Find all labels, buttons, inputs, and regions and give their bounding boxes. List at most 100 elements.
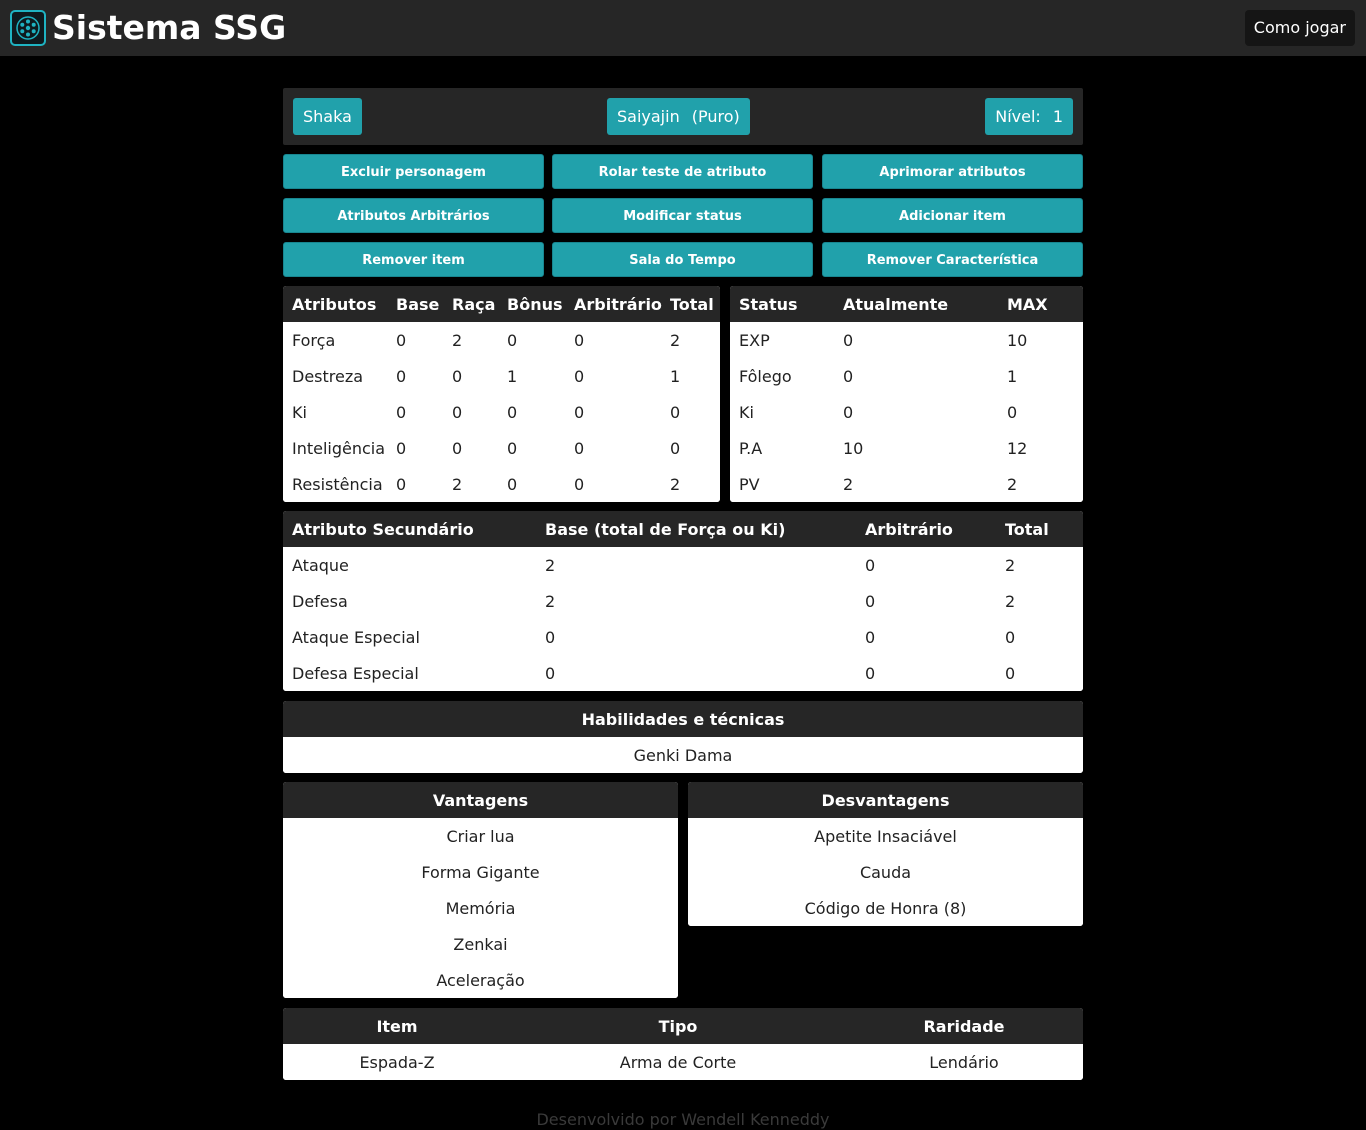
character-bar: Shaka Saiyajin (Puro) Nível: 1 bbox=[283, 88, 1083, 145]
table-cell: 0 bbox=[565, 322, 661, 358]
list-item: Forma Gigante bbox=[283, 854, 678, 890]
attribute-name: Inteligência bbox=[283, 430, 387, 466]
column-header: Arbitrário bbox=[565, 286, 662, 322]
secondary-name: Ataque Especial bbox=[283, 619, 536, 655]
status-name: PV bbox=[730, 466, 834, 502]
column-header: Atributo Secundário bbox=[283, 511, 536, 547]
column-header: Base bbox=[387, 286, 443, 322]
table-row: Ataque Especial 0 0 0 bbox=[283, 619, 1083, 655]
table-cell: 0 bbox=[498, 322, 565, 358]
secondary-name: Defesa Especial bbox=[283, 655, 536, 691]
table-row: Ki 0 0 bbox=[730, 394, 1083, 430]
disadvantages-header: Desvantagens bbox=[688, 782, 1083, 818]
table-cell: 2 bbox=[443, 322, 498, 358]
attribute-name: Destreza bbox=[283, 358, 387, 394]
items-header-row: Item Tipo Raridade bbox=[283, 1008, 1083, 1044]
table-cell: 0 bbox=[498, 394, 565, 430]
status-name: P.A bbox=[730, 430, 834, 466]
list-item: Genki Dama bbox=[283, 737, 1083, 773]
table-row: PV 2 2 bbox=[730, 466, 1083, 502]
table-row: Ataque 2 0 2 bbox=[283, 547, 1083, 583]
remove-item-button[interactable]: Remover item bbox=[283, 242, 544, 277]
column-header: Total bbox=[996, 511, 1083, 547]
table-cell: 0 bbox=[536, 619, 856, 655]
attributes-table: Atributos Base Raça Bônus Arbitrário Tot… bbox=[283, 286, 720, 502]
table-cell: 2 bbox=[443, 466, 498, 502]
delete-character-button[interactable]: Excluir personagem bbox=[283, 154, 544, 189]
time-chamber-button[interactable]: Sala do Tempo bbox=[552, 242, 813, 277]
wheel-icon bbox=[10, 10, 46, 46]
table-cell: 2 bbox=[536, 547, 856, 583]
table-row: Defesa Especial 0 0 0 bbox=[283, 655, 1083, 691]
race-label: Saiyajin bbox=[617, 107, 680, 126]
column-header: Raridade bbox=[845, 1008, 1083, 1044]
table-row: Espada-Z Arma de Corte Lendário bbox=[283, 1044, 1083, 1080]
table-cell: 0 bbox=[834, 322, 998, 358]
column-header: Total bbox=[661, 286, 720, 322]
table-cell: 0 bbox=[856, 655, 996, 691]
column-header: Arbitrário bbox=[856, 511, 996, 547]
table-cell: 0 bbox=[834, 394, 998, 430]
table-cell: 2 bbox=[996, 583, 1083, 619]
table-cell: 0 bbox=[443, 394, 498, 430]
advantage-item: Aceleração bbox=[283, 962, 678, 998]
table-cell: 0 bbox=[996, 619, 1083, 655]
table-cell: 0 bbox=[387, 466, 443, 502]
table-cell: 0 bbox=[856, 547, 996, 583]
brand[interactable]: Sistema SSG bbox=[10, 10, 286, 46]
table-row: Defesa 2 0 2 bbox=[283, 583, 1083, 619]
table-cell: 2 bbox=[998, 466, 1083, 502]
table-cell: 10 bbox=[998, 322, 1083, 358]
modify-status-button[interactable]: Modificar status bbox=[552, 198, 813, 233]
table-cell: 12 bbox=[998, 430, 1083, 466]
disadvantage-item: Código de Honra (8) bbox=[688, 890, 1083, 926]
character-level[interactable]: Nível: 1 bbox=[985, 98, 1073, 135]
attribute-name: Ki bbox=[283, 394, 387, 430]
table-cell: 2 bbox=[536, 583, 856, 619]
status-name: Fôlego bbox=[730, 358, 834, 394]
table-cell: 1 bbox=[661, 358, 720, 394]
list-item: Apetite Insaciável bbox=[688, 818, 1083, 854]
table-row: Força 0 2 0 0 2 bbox=[283, 322, 720, 358]
table-cell: 2 bbox=[834, 466, 998, 502]
navbar: Sistema SSG Como jogar bbox=[0, 0, 1366, 56]
item-type: Arma de Corte bbox=[511, 1044, 845, 1080]
advantage-item: Memória bbox=[283, 890, 678, 926]
table-cell: 2 bbox=[661, 466, 720, 502]
table-cell: 0 bbox=[498, 430, 565, 466]
character-name[interactable]: Shaka bbox=[293, 98, 362, 135]
attribute-name: Força bbox=[283, 322, 387, 358]
how-to-play-button[interactable]: Como jogar bbox=[1244, 10, 1355, 46]
column-header: Raça bbox=[443, 286, 498, 322]
roll-attribute-test-button[interactable]: Rolar teste de atributo bbox=[552, 154, 813, 189]
level-value: 1 bbox=[1052, 107, 1063, 126]
table-cell: 0 bbox=[443, 358, 498, 394]
table-cell: 0 bbox=[661, 430, 720, 466]
character-race[interactable]: Saiyajin (Puro) bbox=[607, 98, 750, 135]
advantage-item: Forma Gigante bbox=[283, 854, 678, 890]
advantages-table: Vantagens Criar lua Forma Gigante Memóri… bbox=[283, 782, 678, 998]
secondary-name: Defesa bbox=[283, 583, 536, 619]
secondary-header-row: Atributo Secundário Base (total de Força… bbox=[283, 511, 1083, 547]
table-cell: 0 bbox=[856, 619, 996, 655]
table-row: Resistência 0 2 0 0 2 bbox=[283, 466, 720, 502]
secondary-name: Ataque bbox=[283, 547, 536, 583]
column-header: Status bbox=[730, 286, 834, 322]
table-cell: 0 bbox=[834, 358, 998, 394]
race-variant: (Puro) bbox=[691, 107, 740, 126]
remove-trait-button[interactable]: Remover Característica bbox=[822, 242, 1083, 277]
table-cell: 0 bbox=[565, 358, 661, 394]
add-item-button[interactable]: Adicionar item bbox=[822, 198, 1083, 233]
column-header: Tipo bbox=[511, 1008, 845, 1044]
arbitrary-attributes-button[interactable]: Atributos Arbitrários bbox=[283, 198, 544, 233]
skills-header: Habilidades e técnicas bbox=[283, 701, 1083, 737]
status-name: EXP bbox=[730, 322, 834, 358]
item-rarity: Lendário bbox=[845, 1044, 1083, 1080]
table-cell: 1 bbox=[998, 358, 1083, 394]
table-row: Ki 0 0 0 0 0 bbox=[283, 394, 720, 430]
footer-credit: Desenvolvido por Wendell Kenneddy bbox=[536, 1110, 830, 1129]
disadvantage-item: Cauda bbox=[688, 854, 1083, 890]
improve-attributes-button[interactable]: Aprimorar atributos bbox=[822, 154, 1083, 189]
list-item: Aceleração bbox=[283, 962, 678, 998]
table-cell: 0 bbox=[387, 394, 443, 430]
